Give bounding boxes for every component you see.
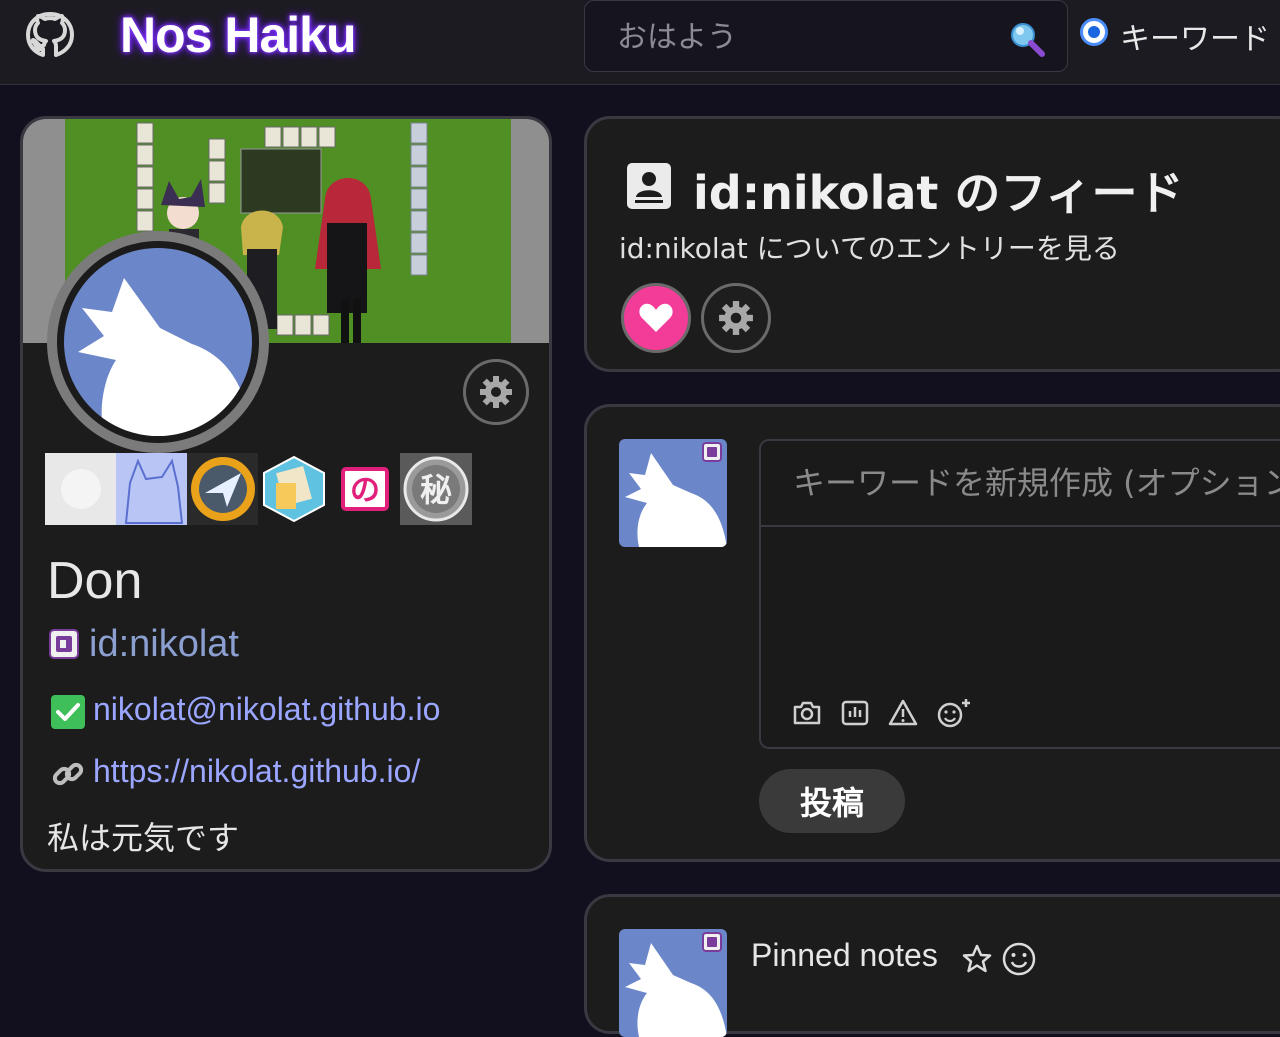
camera-icon[interactable] xyxy=(791,697,823,729)
compass-badge[interactable] xyxy=(187,453,259,525)
pinned-avatar[interactable] xyxy=(619,929,727,1037)
keyword-input[interactable] xyxy=(761,441,1280,527)
cat-badge[interactable] xyxy=(116,453,188,525)
poll-icon[interactable] xyxy=(839,697,871,729)
plain-badge[interactable] xyxy=(45,453,117,525)
display-name: Don xyxy=(47,552,143,610)
pinned-notes-panel: Pinned notes xyxy=(584,894,1280,1037)
favorite-button[interactable] xyxy=(621,283,691,353)
no-badge[interactable]: の xyxy=(329,453,401,525)
composer-avatar[interactable] xyxy=(619,439,727,547)
secret-badge[interactable]: 秘 xyxy=(400,453,472,525)
profile-card: の 秘 Don id:nikolat nikolat@nikolat.githu… xyxy=(20,116,552,872)
cat-avatar-icon xyxy=(78,278,252,436)
profile-settings-button[interactable] xyxy=(463,359,529,425)
star-icon[interactable] xyxy=(961,943,993,975)
search-icon[interactable] xyxy=(1009,21,1045,57)
svg-text:秘: 秘 xyxy=(420,471,452,509)
heart-icon xyxy=(639,303,673,332)
github-icon[interactable] xyxy=(24,10,76,62)
website-link[interactable]: https://nikolat.github.io/ xyxy=(93,753,420,790)
feed-settings-button[interactable] xyxy=(701,283,771,353)
note-body-textarea[interactable] xyxy=(761,529,1280,679)
tiles-badge[interactable] xyxy=(258,453,330,525)
profile-handle[interactable]: id:nikolat xyxy=(89,623,239,666)
verified-check-icon xyxy=(51,695,85,729)
gear-icon xyxy=(480,376,512,408)
note-composer xyxy=(759,439,1280,749)
svg-text:の: の xyxy=(350,473,380,508)
contact-card-icon xyxy=(627,163,671,209)
warning-icon[interactable] xyxy=(887,697,919,729)
feed-header-panel: id:nikolat のフィード id:nikolat についてのエントリーを見… xyxy=(584,116,1280,372)
keyword-radio-label: キーワード xyxy=(1120,22,1270,57)
cat-avatar-icon xyxy=(625,442,727,547)
gear-icon xyxy=(719,301,753,335)
post-button[interactable]: 投稿 xyxy=(759,769,905,833)
id-badge-icon xyxy=(49,629,79,659)
profile-bio: 私は元気です xyxy=(47,819,240,857)
emoji-icon[interactable] xyxy=(1001,941,1037,977)
feed-subtitle: id:nikolat についてのエントリーを見る xyxy=(619,232,1120,265)
profile-avatar[interactable] xyxy=(47,231,269,453)
emoji-add-icon[interactable] xyxy=(935,697,973,729)
top-bar: Nos Haiku キーワード xyxy=(0,0,1280,85)
search-input[interactable] xyxy=(585,1,1019,73)
search-box xyxy=(584,0,1068,73)
composer-panel: 投稿 xyxy=(584,404,1280,862)
email-link[interactable]: nikolat@nikolat.github.io xyxy=(93,691,440,728)
brand-logo[interactable]: Nos Haiku xyxy=(120,6,357,64)
keyword-radio[interactable] xyxy=(1080,18,1108,46)
feed-title: id:nikolat のフィード xyxy=(693,166,1184,220)
cat-avatar-icon xyxy=(625,932,727,1037)
pinned-notes-label: Pinned notes xyxy=(751,937,938,973)
link-icon xyxy=(52,762,84,786)
